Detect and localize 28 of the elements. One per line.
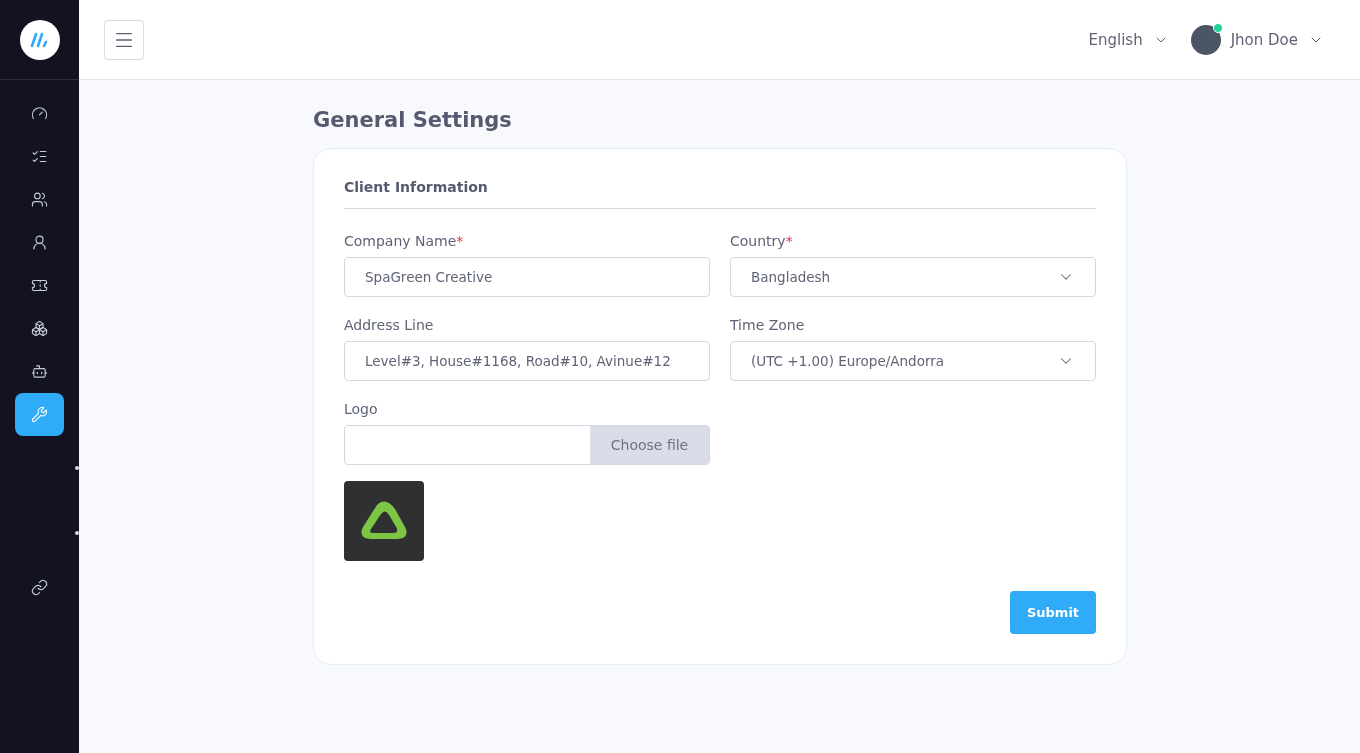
ticket-icon (31, 277, 48, 294)
text-input[interactable]: SpaGreen Creative (344, 257, 710, 297)
field-label: Country* (730, 233, 794, 249)
select-field[interactable]: (UTC +1.00) Europe/Andorra (730, 341, 1096, 381)
menu-button[interactable] (104, 19, 144, 60)
boxes-icon (31, 320, 48, 337)
users-icon (31, 191, 48, 208)
user-name[interactable]: Jhon Doe (1230, 30, 1298, 49)
section-title: Client Information (344, 179, 1096, 209)
logo-icon (19, 19, 60, 60)
field-label: Time Zone (730, 317, 806, 333)
page-title: General Settings (313, 108, 513, 132)
field-label: Address Line (344, 317, 435, 333)
avatar[interactable] (1190, 24, 1221, 55)
sidebar-item[interactable] (15, 393, 64, 436)
robot-icon (31, 363, 48, 380)
gauge-icon (31, 105, 48, 122)
text-input[interactable]: Level#3, House#1168, Road#10, Avinue#12 (344, 341, 710, 381)
choose-file-button[interactable]: Choose file (590, 426, 709, 464)
file-input[interactable]: Choose file (344, 425, 710, 465)
select-field[interactable]: Bangladesh (730, 257, 1096, 297)
user-icon (31, 234, 48, 251)
field-label: Company Name* (344, 233, 465, 249)
language-dropdown[interactable]: English (1088, 30, 1169, 49)
tools-icon (31, 406, 48, 423)
field-label: Logo (344, 401, 379, 417)
link-icon (31, 579, 48, 596)
checklist-icon (31, 148, 48, 165)
